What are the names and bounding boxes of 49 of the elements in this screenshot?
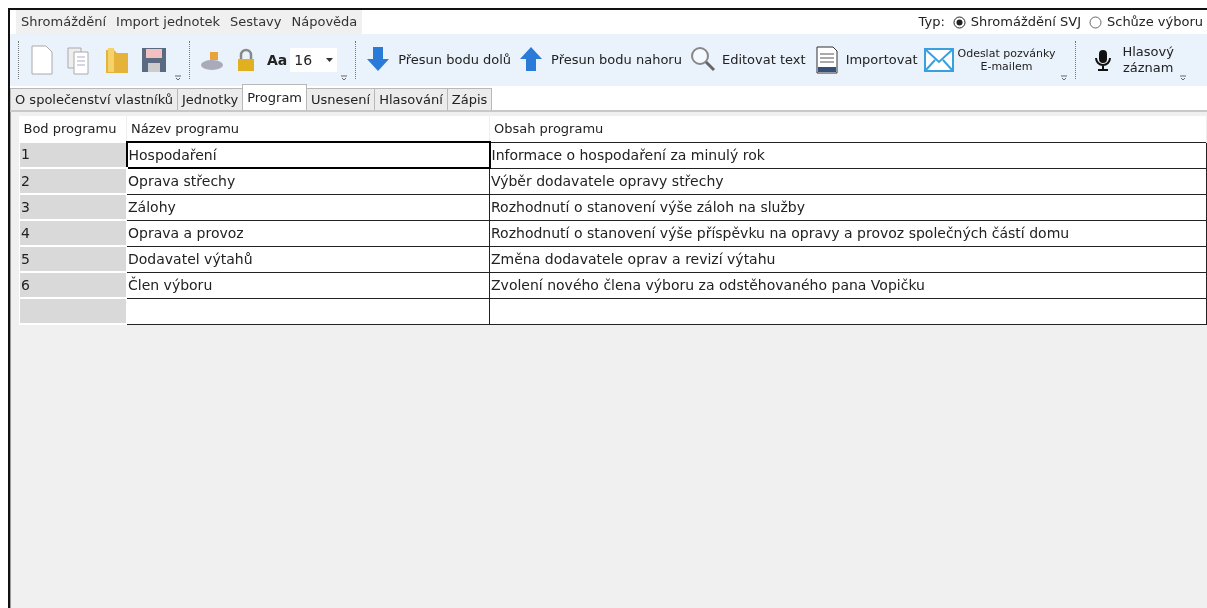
dropdown-icon [326, 57, 334, 63]
toolbar-button[interactable]: Přesun bodu nahoru [516, 45, 684, 75]
radio-label[interactable]: Shromáždění SVJ [970, 12, 1081, 32]
overflow-icon [1060, 74, 1069, 82]
type-label: Typ: [918, 13, 945, 32]
table-cell[interactable]: Rozhodnutí o stanovení výše příspěvku na opravy a provoz společných částí domu [489, 220, 1207, 246]
overflow-icon [1178, 74, 1187, 82]
font-label: Aa [267, 50, 288, 70]
toolbar-button[interactable]: Odeslat pozvánky E-mailem [922, 45, 1058, 75]
row-number: 1 [19, 142, 127, 168]
radio-button[interactable] [952, 15, 966, 29]
row-number: 6 [19, 272, 127, 298]
radio-button[interactable] [1089, 15, 1102, 29]
table-cell[interactable]: Dodavatel výtahů [126, 246, 490, 272]
tab[interactable]: O společenství vlastníků [10, 88, 178, 110]
radio-label[interactable]: Schůze výboru [1107, 12, 1203, 32]
table-cell[interactable]: Hospodaření [126, 142, 490, 168]
table-cell[interactable]: Zvolení nového člena výboru za odstěhovaného pana Vopičku [489, 272, 1207, 298]
toolbar-button[interactable]: Editovat text [686, 45, 808, 75]
table-cell[interactable]: Rozhodnutí o stanovení výše záloh na služby [489, 194, 1207, 220]
row-number: 2 [19, 168, 127, 194]
row-number: 4 [19, 220, 127, 246]
table-cell[interactable]: Zálohy [126, 194, 490, 220]
table-cell[interactable]: Výběr dodavatele opravy střechy [489, 168, 1207, 194]
font-size-field[interactable]: 16 [290, 48, 338, 72]
envelope-icon [924, 45, 955, 75]
overflow-icon [340, 74, 349, 82]
row-number: 5 [19, 246, 127, 272]
menu-item[interactable]: Nápověda [286, 12, 363, 32]
column-header[interactable]: Bod programu [19, 116, 127, 142]
voice-record-button[interactable]: Hlasový záznam [1091, 44, 1176, 76]
column-header[interactable]: Obsah programu [489, 116, 1207, 142]
tab[interactable]: Zápis [446, 88, 493, 110]
menu-item[interactable]: Import jednotek [111, 12, 226, 32]
table-cell[interactable]: Oprava střechy [126, 168, 490, 194]
tab[interactable]: Hlasování [374, 88, 448, 110]
tab[interactable]: Jednotky [177, 88, 244, 110]
column-header[interactable]: Název programu [126, 116, 490, 142]
overflow-icon [174, 74, 182, 82]
tab[interactable]: Usnesení [306, 88, 376, 110]
toolbar-button[interactable]: Přesun bodu dolů [363, 45, 514, 75]
toolbar-button[interactable]: Importovat [810, 45, 920, 75]
table-cell[interactable]: Člen výboru [126, 272, 490, 298]
table-cell[interactable]: Informace o hospodaření za minulý rok [489, 142, 1207, 168]
row-number: 3 [19, 194, 127, 220]
menu-item[interactable]: Sestavy [225, 12, 287, 32]
table-cell[interactable]: Oprava a provoz [126, 220, 490, 246]
table-cell[interactable]: Změna dodavatele oprav a revizí výtahu [489, 246, 1207, 272]
menu-item[interactable]: Shromáždění [16, 12, 112, 32]
